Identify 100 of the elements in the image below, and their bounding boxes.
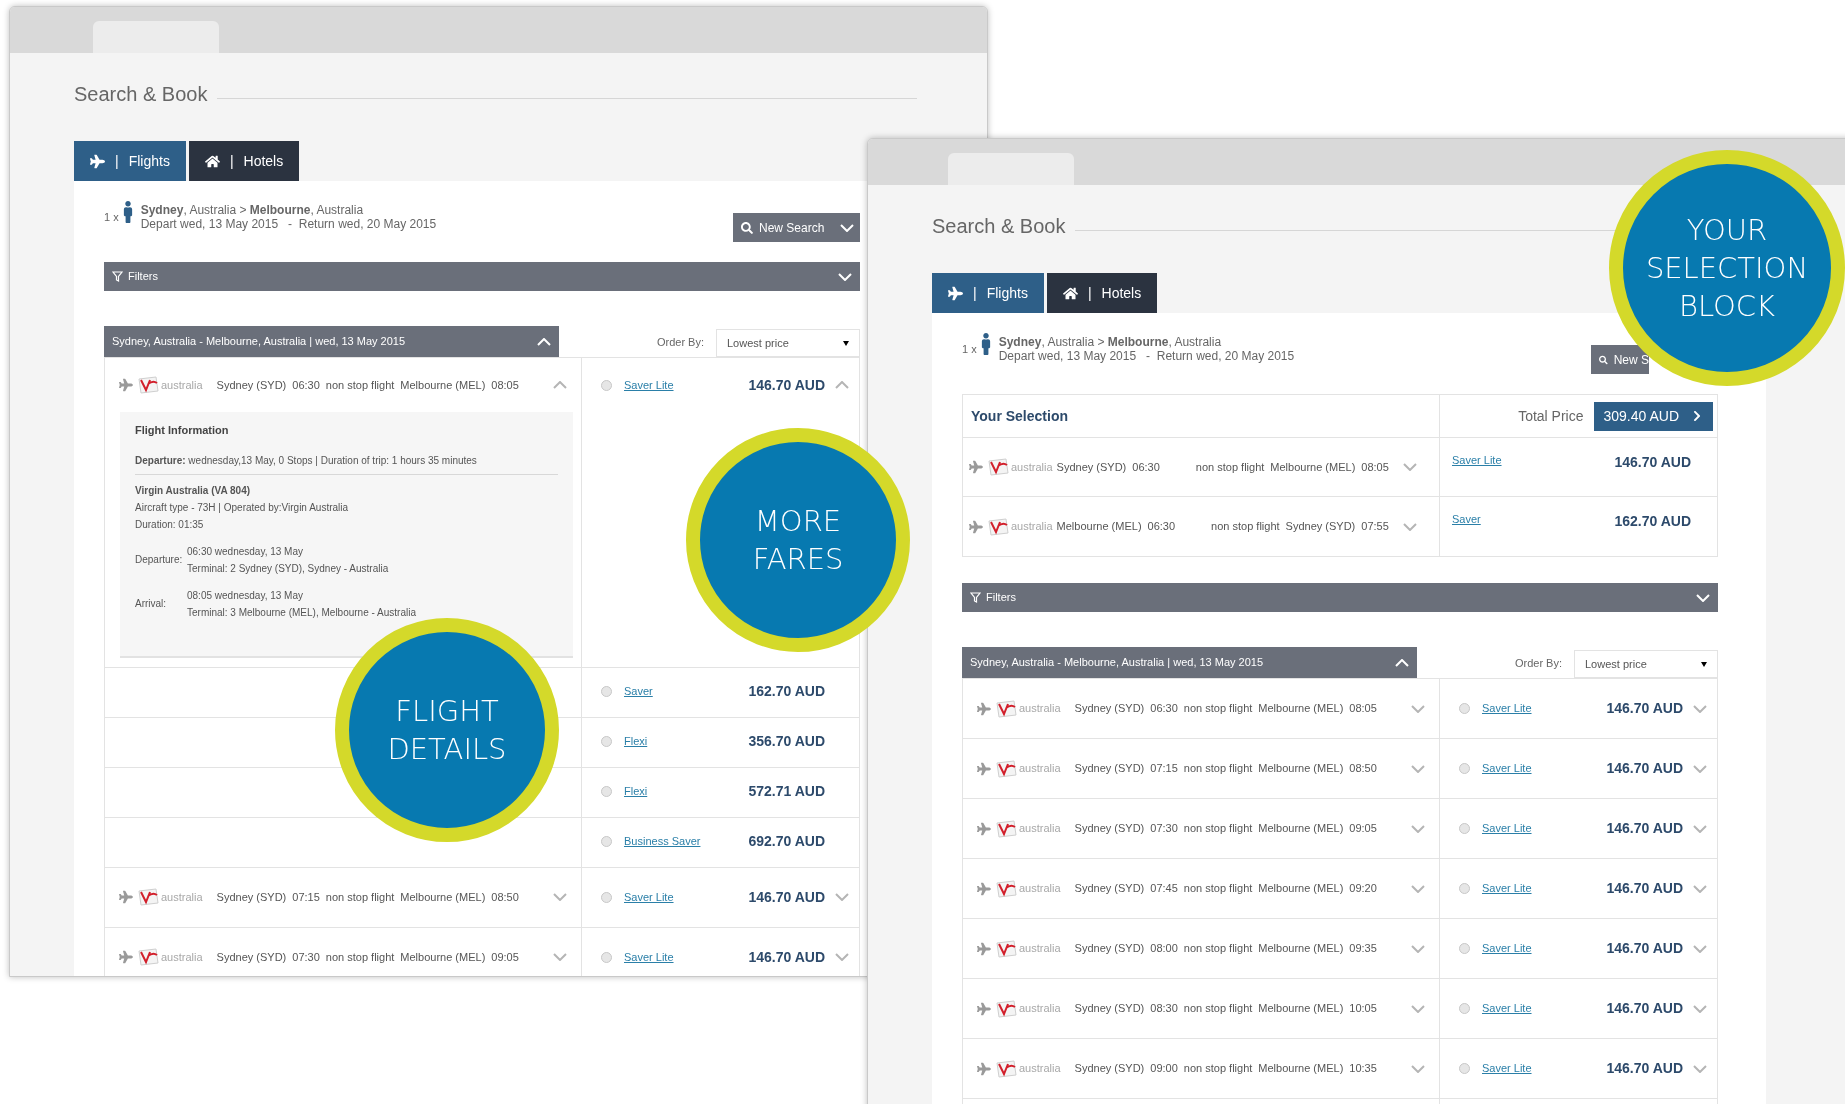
origin-text: Sydney (SYD) [1074,1001,1145,1017]
fare-radio[interactable] [1459,883,1470,894]
plane-icon [977,941,991,956]
chevron-icon[interactable] [1693,944,1707,953]
fare-radio[interactable] [601,836,612,847]
origin-text: Melbourne (MEL) [1056,519,1142,535]
departure-time: 08:30 [1150,1001,1178,1017]
chevron-icon[interactable] [835,953,849,961]
fare-radio[interactable] [1459,943,1470,954]
airline-name: australia [1019,701,1061,717]
chevron-icon[interactable] [1411,824,1425,833]
callout-text: BLOCK [1678,288,1776,325]
chevron-icon[interactable] [1693,764,1707,773]
fare-link[interactable]: Business Saver [624,833,701,850]
route-group-header[interactable]: Sydney, Australia - Melbourne, Australia | wed, 13 May 2015 [104,326,559,357]
departure-time: 07:45 [1150,881,1178,897]
chevron-icon[interactable] [1693,1064,1707,1073]
fare-link[interactable]: Saver Lite [624,948,674,966]
chevron-icon[interactable] [553,381,567,389]
plane-icon [969,519,983,534]
fare-radio[interactable] [1459,763,1470,774]
plane-icon [977,1001,991,1016]
plane-icon [119,890,133,904]
fare-radio[interactable] [601,736,612,747]
chevron-icon[interactable] [1411,884,1425,893]
destination-text: Sydney (SYD) [1285,519,1356,535]
fare-link[interactable]: Saver Lite [1482,880,1532,897]
filter-icon [970,592,981,603]
new-search-button[interactable]: New S [1591,345,1649,374]
fare-link[interactable]: Saver Lite [1482,940,1532,957]
departure-time: 07:30 [292,949,320,965]
fare-radio[interactable] [1459,823,1470,834]
chevron-icon[interactable] [553,953,567,961]
chevron-icon[interactable] [835,893,849,901]
filters-bar[interactable]: Filters [962,583,1718,612]
fare-radio[interactable] [1459,1003,1470,1014]
chevron-icon[interactable] [1411,1064,1425,1073]
stop-info: non stop flight [325,949,395,965]
fare-radio[interactable] [1459,1063,1470,1074]
chevron-icon[interactable] [1411,944,1425,953]
fare-radio[interactable] [601,951,612,963]
carrier-name: Virgin Australia (VA 804) [135,483,252,498]
fare-radio[interactable] [601,686,612,697]
fare-price: 146.70 AUD [748,947,825,967]
fare-price: 146.70 AUD [748,375,825,395]
chevron-icon[interactable] [1693,824,1707,833]
airline-name: australia [1011,459,1053,475]
chevron-icon[interactable] [1411,764,1425,773]
fare-link[interactable]: Saver Lite [624,888,674,906]
fare-link[interactable]: Saver Lite [1482,760,1532,777]
leg-time: 08:05 wednesday, 13 May [187,588,304,603]
chevron-icon[interactable] [1411,1004,1425,1013]
chevron-icon[interactable] [1403,522,1417,531]
fare-link[interactable]: Saver Lite [1482,1000,1532,1017]
fare-link[interactable]: Saver Lite [1482,700,1532,717]
panel-title: Flight Information [135,423,230,438]
fare-price: 146.70 AUD [1614,453,1691,472]
route-group-header[interactable]: Sydney, Australia - Melbourne, Australia | wed, 13 May 2015 [962,647,1417,678]
route-text: Sydney, Australia > Melbourne, Australia [998,335,1223,349]
origin-text: Sydney (SYD) [1056,459,1127,475]
fare-radio[interactable] [1459,703,1470,714]
leg-terminal: Terminal: 2 Sydney (SYD), Sydney - Australia [187,561,389,576]
fare-link[interactable]: Saver [1452,511,1481,528]
order-by-select[interactable]: Lowest price [1574,650,1718,678]
total-price-button[interactable]: 309.40 AUD [1593,401,1713,431]
fare-link[interactable]: Saver Lite [1452,452,1502,469]
origin-text: Sydney (SYD) [1074,761,1145,777]
fare-link[interactable]: Saver Lite [624,376,674,394]
chevron-icon[interactable] [553,893,567,901]
search-tab[interactable]: | Flights [932,273,1044,313]
fare-link[interactable]: Saver Lite [1482,820,1532,837]
chevron-icon[interactable] [1411,704,1425,713]
order-by-label: Order By: [656,334,704,350]
chevron-icon[interactable] [1403,463,1417,471]
search-tab[interactable]: | Hotels [188,141,300,181]
filters-bar[interactable]: Filters [104,262,860,291]
chevron-icon[interactable] [1693,704,1707,713]
duration-text: Duration: 01:35 [135,517,205,532]
fare-radio[interactable] [601,891,612,903]
stop-info: non stop flight [1211,519,1280,535]
fare-link[interactable]: Flexi [624,733,648,750]
destination-text: Melbourne (MEL) [1258,1061,1344,1077]
search-icon [1599,353,1608,366]
stop-info: non stop flight [325,889,395,905]
chevron-icon[interactable] [835,381,849,389]
search-tab[interactable]: | Hotels [1046,273,1158,313]
origin-text: Sydney (SYD) [216,949,287,965]
fare-radio[interactable] [601,786,612,797]
chevron-icon[interactable] [1693,884,1707,893]
new-search-button[interactable]: New Search [733,213,860,242]
order-by-select[interactable]: Lowest price [716,329,860,357]
destination-text: Melbourne (MEL) [1258,701,1344,717]
fare-link[interactable]: Saver [624,683,653,700]
filter-icon [112,271,123,282]
search-tab[interactable]: | Flights [74,141,186,181]
chevron-icon[interactable] [1693,1004,1707,1013]
departure-time: 06:30 [1150,701,1178,717]
fare-link[interactable]: Saver Lite [1482,1060,1532,1077]
fare-link[interactable]: Flexi [624,783,648,800]
fare-radio[interactable] [601,379,612,391]
